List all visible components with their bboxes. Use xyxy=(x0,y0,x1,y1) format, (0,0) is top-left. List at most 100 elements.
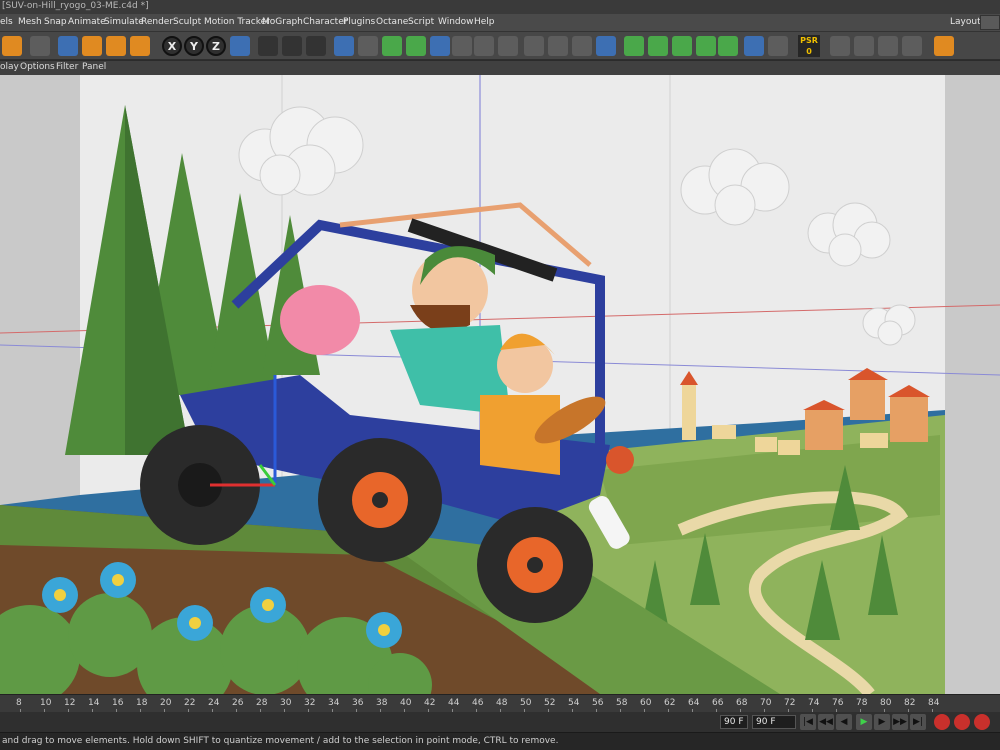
cloth-icon[interactable] xyxy=(902,36,922,56)
record-icon[interactable] xyxy=(934,714,950,730)
menu-motion-tracker[interactable]: Motion Tracker xyxy=(204,17,270,27)
previous-frame-icon[interactable]: ◀ xyxy=(836,714,852,730)
timeline-tick-label: 54 xyxy=(568,698,580,708)
autokey-icon[interactable] xyxy=(954,714,970,730)
view-menu-options[interactable]: Options xyxy=(20,62,55,72)
layout-dropdown[interactable] xyxy=(980,15,1000,30)
material-icon[interactable] xyxy=(768,36,788,56)
timeline-tick-label: 56 xyxy=(592,698,604,708)
timeline-tick-label: 78 xyxy=(856,698,868,708)
timeline-tick-label: 76 xyxy=(832,698,844,708)
scale-icon[interactable] xyxy=(58,36,78,56)
timeline-tick-label: 66 xyxy=(712,698,724,708)
live-selection-icon[interactable] xyxy=(2,36,22,56)
scene-render xyxy=(0,75,1000,694)
view-menu-panel[interactable]: Panel xyxy=(82,62,106,72)
view-menu-display[interactable]: olay xyxy=(0,62,19,72)
status-bar: and drag to move elements. Hold down SHI… xyxy=(0,732,1000,750)
light-icon[interactable] xyxy=(498,36,518,56)
timeline-tick-label: 72 xyxy=(784,698,796,708)
3d-viewport[interactable] xyxy=(0,75,1000,694)
render-view-icon[interactable] xyxy=(258,36,278,56)
render-picture-viewer-icon[interactable] xyxy=(282,36,302,56)
rotate-icon[interactable] xyxy=(82,36,102,56)
menu-models[interactable]: els xyxy=(0,17,13,27)
joint-tool-icon[interactable] xyxy=(854,36,874,56)
cloud-tiny xyxy=(862,304,916,346)
main-menu-bar: els Mesh Snap Animate Simulate Render Sc… xyxy=(0,14,1000,32)
end-frame-field-b[interactable]: 90 F xyxy=(752,715,796,729)
timeline-tick-label: 46 xyxy=(472,698,484,708)
octane-dome-icon[interactable] xyxy=(572,36,592,56)
psr-indicator[interactable]: PSR 0 xyxy=(798,35,820,57)
ik-chain-icon[interactable] xyxy=(830,36,850,56)
next-frame-icon[interactable]: ▶ xyxy=(874,714,890,730)
timeline-tick-label: 12 xyxy=(64,698,76,708)
timeline-tick-label: 18 xyxy=(136,698,148,708)
keyframe-selection-icon[interactable] xyxy=(974,714,990,730)
world-coordinates-icon[interactable] xyxy=(130,36,150,56)
spline-icon[interactable] xyxy=(358,36,378,56)
menu-mograph[interactable]: MoGraph xyxy=(262,17,303,27)
cube-icon[interactable] xyxy=(334,36,354,56)
add-icon[interactable] xyxy=(106,36,126,56)
timeline-tick-label: 26 xyxy=(232,698,244,708)
end-frame-field-a[interactable]: 90 F xyxy=(720,715,748,729)
fracture-icon[interactable] xyxy=(672,36,692,56)
menu-plugins[interactable]: Plugins xyxy=(343,17,375,27)
timeline-tick-label: 28 xyxy=(256,698,268,708)
go-to-start-icon[interactable]: |◀ xyxy=(800,714,816,730)
camera-icon[interactable] xyxy=(474,36,494,56)
coordinate-system-icon[interactable] xyxy=(230,36,250,56)
sky-icon[interactable] xyxy=(596,36,616,56)
play-icon[interactable]: ▶ xyxy=(856,714,872,730)
menu-animate[interactable]: Animate xyxy=(68,17,106,27)
move-icon[interactable] xyxy=(30,36,50,56)
psr-label: PSR xyxy=(800,36,818,45)
weight-tool-icon[interactable] xyxy=(878,36,898,56)
deformer-icon[interactable] xyxy=(430,36,450,56)
playback-bar: 90 F 90 F |◀ ◀◀ ◀ ▶ ▶ ▶▶ ▶| xyxy=(0,712,1000,732)
timeline-tick-label: 24 xyxy=(208,698,220,708)
menu-help[interactable]: Help xyxy=(474,17,495,27)
menu-script[interactable]: Script xyxy=(408,17,434,27)
render-settings-icon[interactable] xyxy=(306,36,326,56)
view-menu-filter[interactable]: Filter xyxy=(56,62,78,72)
menu-octane[interactable]: Octane xyxy=(376,17,408,27)
next-key-icon[interactable]: ▶▶ xyxy=(892,714,908,730)
timeline-tick-label: 8 xyxy=(16,698,22,708)
window-title: [SUV-on-Hill_ryogo_03-ME.c4d *] xyxy=(2,1,149,11)
timeline-tick-label: 10 xyxy=(40,698,52,708)
menu-window[interactable]: Window xyxy=(438,17,474,27)
menu-render[interactable]: Render xyxy=(141,17,173,27)
window-title-bar: [SUV-on-Hill_ryogo_03-ME.c4d *] xyxy=(0,0,1000,14)
timeline-tick-label: 36 xyxy=(352,698,364,708)
timeline-tick-label: 84 xyxy=(928,698,940,708)
menu-simulate[interactable]: Simulate xyxy=(104,17,144,27)
previous-key-icon[interactable]: ◀◀ xyxy=(818,714,834,730)
mograph-icon[interactable] xyxy=(624,36,644,56)
timeline-ruler[interactable]: 8 10 12 14 16 18 20 22 24 26 28 30 32 34 36 38 40 42 44 46 4… xyxy=(0,694,1000,713)
tracer-icon[interactable] xyxy=(718,36,738,56)
menu-mesh[interactable]: Mesh xyxy=(18,17,42,27)
timeline-tick-label: 64 xyxy=(688,698,700,708)
array-icon[interactable] xyxy=(406,36,426,56)
cloner-icon[interactable] xyxy=(648,36,668,56)
floor-icon[interactable] xyxy=(452,36,472,56)
axis-x-button[interactable]: X xyxy=(162,36,182,56)
go-to-end-icon[interactable]: ▶| xyxy=(910,714,926,730)
menu-sculpt[interactable]: Sculpt xyxy=(173,17,201,27)
safe-frame-right xyxy=(945,75,1000,694)
axis-z-button[interactable]: Z xyxy=(206,36,226,56)
axis-y-button[interactable]: Y xyxy=(184,36,204,56)
menu-character[interactable]: Character xyxy=(303,17,347,27)
main-toolbar: X Y Z PSR 0 xyxy=(0,32,1000,60)
menu-snap[interactable]: Snap xyxy=(44,17,67,27)
apple xyxy=(606,446,634,474)
hair-icon[interactable] xyxy=(934,36,954,56)
octane-camera-icon[interactable] xyxy=(524,36,544,56)
octane-light-icon[interactable] xyxy=(548,36,568,56)
tag-icon[interactable] xyxy=(744,36,764,56)
effector-icon[interactable] xyxy=(696,36,716,56)
nurbs-icon[interactable] xyxy=(382,36,402,56)
